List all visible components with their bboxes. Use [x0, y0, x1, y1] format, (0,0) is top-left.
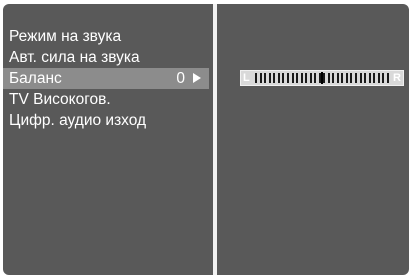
- balance-tick: [327, 73, 330, 83]
- menu-item-balance[interactable]: Баланс 0: [3, 68, 209, 89]
- balance-tick: [314, 73, 317, 83]
- balance-tick: [345, 73, 348, 83]
- balance-tick: [277, 73, 280, 83]
- balance-tick: [255, 73, 258, 83]
- sound-settings-osd: Режим на звука Авт. сила на звука Баланс…: [3, 4, 409, 275]
- menu-item-label: Баланс: [9, 70, 62, 87]
- balance-tick: [309, 73, 312, 83]
- balance-tick: [355, 73, 357, 83]
- balance-left-label: L: [243, 72, 250, 84]
- menu-item-auto-volume[interactable]: Авт. сила на звука: [3, 47, 213, 68]
- balance-tick: [377, 73, 380, 83]
- right-arrow-icon: [193, 73, 201, 83]
- menu-item-label: Режим на звука: [9, 28, 122, 45]
- detail-panel: L R: [217, 4, 409, 275]
- balance-tick: [259, 73, 262, 83]
- balance-tick: [264, 73, 267, 83]
- balance-tick: [368, 73, 371, 83]
- balance-tick: [305, 73, 308, 83]
- balance-tick: [350, 73, 353, 83]
- menu-item-sound-mode[interactable]: Режим на звука: [3, 26, 213, 47]
- balance-value: 0: [176, 70, 185, 87]
- balance-right-label: R: [393, 72, 401, 84]
- balance-tick: [291, 73, 294, 83]
- balance-tick: [273, 73, 276, 83]
- balance-scale: [254, 72, 390, 84]
- balance-tick: [300, 73, 303, 83]
- menu-item-label: TV Високогов.: [9, 91, 111, 108]
- sound-menu-list: Режим на звука Авт. сила на звука Баланс…: [3, 26, 213, 131]
- balance-tick: [364, 73, 367, 83]
- balance-slider[interactable]: L R: [240, 70, 404, 86]
- menu-panel: Режим на звука Авт. сила на звука Баланс…: [3, 4, 213, 275]
- balance-tick: [296, 73, 299, 83]
- balance-tick: [323, 73, 326, 83]
- menu-item-digital-audio-out[interactable]: Цифр. аудио изход: [3, 110, 213, 131]
- balance-tick: [282, 73, 285, 83]
- balance-tick: [373, 73, 376, 83]
- balance-tick: [336, 73, 339, 83]
- balance-tick: [341, 73, 344, 83]
- balance-tick: [382, 73, 385, 83]
- balance-tick: [359, 73, 362, 83]
- menu-item-label: Авт. сила на звука: [9, 49, 140, 66]
- balance-tick: [332, 73, 335, 83]
- balance-position-marker: [321, 72, 323, 84]
- menu-item-tv-speaker[interactable]: TV Високогов.: [3, 89, 213, 110]
- balance-tick: [268, 73, 271, 83]
- menu-item-label: Цифр. аудио изход: [9, 112, 147, 129]
- balance-tick: [287, 73, 289, 83]
- balance-tick: [386, 73, 389, 83]
